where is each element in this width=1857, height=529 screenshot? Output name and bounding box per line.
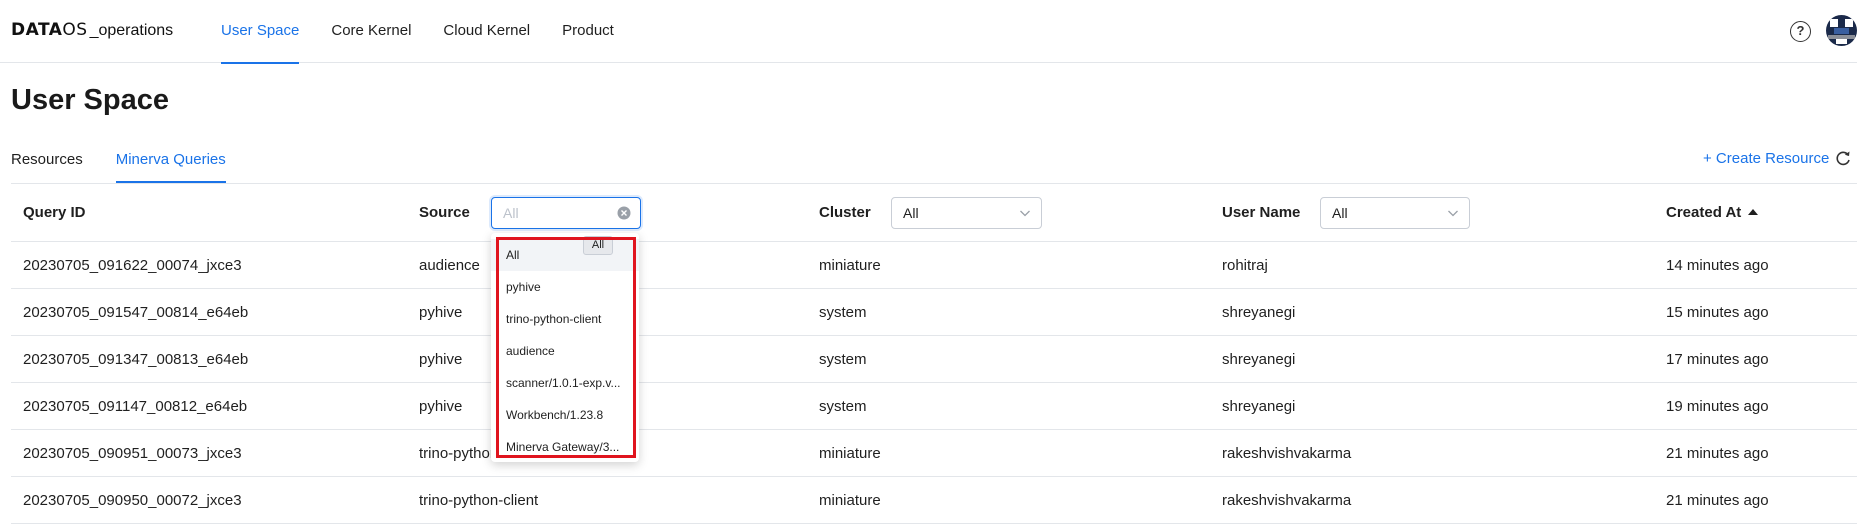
column-query-id: Query ID bbox=[23, 204, 86, 221]
source-filter-placeholder: All bbox=[503, 205, 519, 221]
cell-created-at: 17 minutes ago bbox=[1666, 351, 1769, 368]
option-tooltip: All bbox=[583, 236, 613, 255]
table-row[interactable]: 20230705_091547_00814_e64eb pyhive syste… bbox=[11, 289, 1857, 336]
logo-context: _operations bbox=[89, 22, 174, 39]
cell-created-at: 21 minutes ago bbox=[1666, 445, 1769, 462]
cell-source: pyhive bbox=[419, 304, 463, 321]
cell-created-at: 14 minutes ago bbox=[1666, 257, 1769, 274]
cell-query-id: 20230705_091347_00813_e64eb bbox=[23, 351, 249, 368]
cell-cluster: system bbox=[819, 351, 867, 368]
chevron-down-icon bbox=[1020, 210, 1030, 217]
cell-user-name: shreyanegi bbox=[1222, 351, 1296, 368]
tab-resources[interactable]: Resources bbox=[11, 141, 83, 183]
refresh-icon[interactable] bbox=[1834, 149, 1852, 167]
sort-ascending-icon[interactable] bbox=[1748, 209, 1759, 215]
column-created-at[interactable]: Created At bbox=[1666, 184, 1759, 242]
cluster-filter-value: All bbox=[903, 205, 919, 221]
chevron-down-icon bbox=[1448, 210, 1458, 217]
cell-user-name: shreyanegi bbox=[1222, 304, 1296, 321]
cell-query-id: 20230705_091547_00814_e64eb bbox=[23, 304, 249, 321]
logo-brand-bold: DATA bbox=[11, 20, 63, 40]
avatar-image bbox=[1826, 15, 1857, 46]
cell-cluster: system bbox=[819, 398, 867, 415]
top-nav: DATAOS _operations User Space Core Kerne… bbox=[0, 0, 1857, 64]
dropdown-option[interactable]: audience bbox=[491, 335, 639, 367]
cell-source: pyhive bbox=[419, 351, 463, 368]
logo-brand-thin: OS bbox=[62, 20, 88, 40]
cell-query-id: 20230705_091622_00074_jxce3 bbox=[23, 257, 242, 274]
cell-cluster: miniature bbox=[819, 257, 881, 274]
source-dropdown-menu: All pyhive trino-python-client audience … bbox=[491, 233, 639, 462]
cluster-filter-select[interactable]: All bbox=[891, 197, 1042, 229]
cell-source: audience bbox=[419, 257, 480, 274]
tab-minerva-queries[interactable]: Minerva Queries bbox=[115, 141, 226, 183]
cell-cluster: system bbox=[819, 304, 867, 321]
main-nav-tabs: User Space Core Kernel Cloud Kernel Prod… bbox=[221, 0, 646, 64]
dropdown-option[interactable]: Workbench/1.23.8 bbox=[491, 399, 639, 431]
user-name-filter-select[interactable]: All bbox=[1320, 197, 1470, 229]
create-resource-button[interactable]: + Create Resource bbox=[1703, 150, 1829, 167]
cell-query-id: 20230705_090950_00072_jxce3 bbox=[23, 492, 242, 509]
cell-created-at: 21 minutes ago bbox=[1666, 492, 1769, 509]
help-icon[interactable]: ? bbox=[1790, 21, 1811, 42]
table-header: Query ID Source All Cluster All User Nam… bbox=[11, 184, 1857, 242]
column-created-at-label: Created At bbox=[1666, 204, 1742, 221]
nav-tab-cloud-kernel[interactable]: Cloud Kernel bbox=[443, 0, 530, 63]
page-title: User Space bbox=[11, 84, 169, 116]
dropdown-option[interactable]: pyhive bbox=[491, 271, 639, 303]
dropdown-option[interactable]: scanner/1.0.1-exp.v... bbox=[491, 367, 639, 399]
cell-user-name: rakeshvishvakarma bbox=[1222, 445, 1352, 462]
nav-tab-product[interactable]: Product bbox=[562, 0, 614, 63]
cell-user-name: rohitraj bbox=[1222, 257, 1268, 274]
cell-source: trino-python-client bbox=[419, 492, 539, 509]
cell-cluster: miniature bbox=[819, 445, 881, 462]
cell-query-id: 20230705_090951_00073_jxce3 bbox=[23, 445, 242, 462]
clear-icon[interactable] bbox=[617, 206, 631, 220]
table-row[interactable]: 20230705_090951_00073_jxce3 trino-python… bbox=[11, 430, 1857, 477]
logo-brand: DATAOS bbox=[11, 20, 88, 40]
table-row[interactable]: 20230705_090950_00072_jxce3 trino-python… bbox=[11, 477, 1857, 524]
column-source: Source bbox=[419, 204, 470, 221]
column-cluster: Cluster bbox=[819, 204, 871, 221]
cell-created-at: 19 minutes ago bbox=[1666, 398, 1769, 415]
nav-tab-user-space[interactable]: User Space bbox=[221, 0, 300, 64]
dataos-logo[interactable]: DATAOS _operations bbox=[11, 20, 173, 42]
dropdown-option[interactable]: trino-python-client bbox=[491, 303, 639, 335]
table-row[interactable]: 20230705_091347_00813_e64eb pyhive syste… bbox=[11, 336, 1857, 383]
sub-tabs: Resources Minerva Queries bbox=[11, 141, 259, 183]
cell-cluster: miniature bbox=[819, 492, 881, 509]
dropdown-option-all[interactable]: All bbox=[491, 239, 639, 271]
table-row[interactable]: 20230705_091622_00074_jxce3 audience min… bbox=[11, 242, 1857, 289]
nav-tab-core-kernel[interactable]: Core Kernel bbox=[331, 0, 411, 63]
cell-created-at: 15 minutes ago bbox=[1666, 304, 1769, 321]
cell-query-id: 20230705_091147_00812_e64eb bbox=[23, 398, 248, 415]
cell-source: pyhive bbox=[419, 398, 463, 415]
user-name-filter-value: All bbox=[1332, 205, 1348, 221]
column-user-name: User Name bbox=[1222, 204, 1301, 221]
dropdown-option[interactable]: Minerva Gateway/3... bbox=[491, 431, 639, 463]
cell-user-name: rakeshvishvakarma bbox=[1222, 492, 1352, 509]
source-filter-select[interactable]: All bbox=[491, 197, 641, 229]
avatar[interactable] bbox=[1826, 15, 1857, 46]
table-row[interactable]: 20230705_091147_00812_e64eb pyhive syste… bbox=[11, 383, 1857, 430]
cell-user-name: shreyanegi bbox=[1222, 398, 1296, 415]
